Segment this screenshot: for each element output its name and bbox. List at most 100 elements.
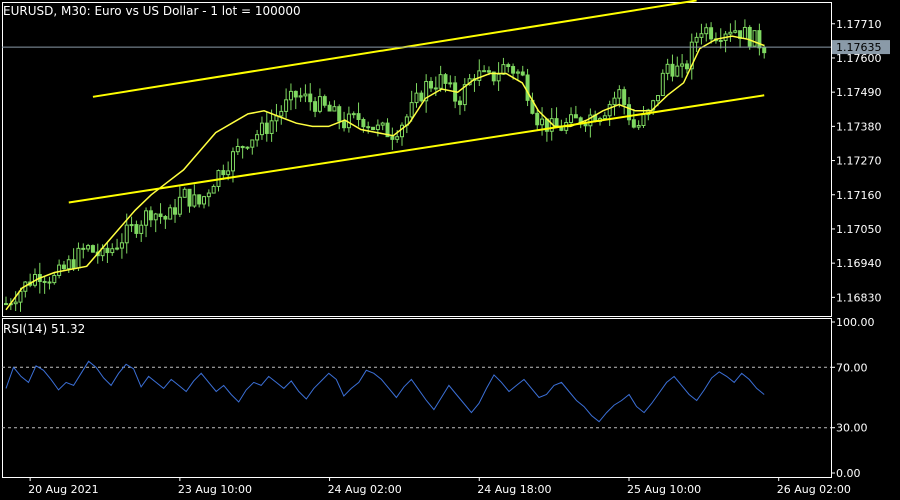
price-panel-border [2,2,832,317]
candle-body [144,210,149,226]
candle-body [139,224,144,234]
candle-body [255,134,260,141]
candle-body [206,192,211,198]
candle-body [400,124,405,138]
candle-body [90,245,95,253]
candle-body [168,207,173,220]
candle-body [86,245,91,250]
candle-body [346,113,351,129]
candle-body [66,259,71,270]
x-tick-label: 26 Aug 02:00 [777,483,851,496]
candle-body [438,74,443,89]
price-y-tick-label: 1.16940 [836,257,882,270]
candle-body [221,170,226,176]
candle-body [428,80,433,89]
candle-body [148,210,153,221]
candle-body [115,247,120,250]
candle-body [124,224,129,244]
candle-body [250,139,255,148]
candle-body [342,120,347,129]
candle-body [670,63,675,77]
x-tick-label: 20 Aug 2021 [28,483,98,496]
candle-body [13,301,18,305]
candle-body [192,194,197,207]
candle-body [81,247,86,250]
candle-body [520,71,525,76]
candle-body [433,87,438,90]
candle-body [71,259,76,269]
candle-body [313,101,318,112]
candle-body [569,114,574,124]
candle-body [675,65,680,77]
candle-body [177,196,182,215]
candle-body [535,112,540,126]
candle-body [626,104,631,121]
candle-body [525,74,530,101]
candle-body [303,93,308,97]
candle-body [76,247,81,269]
candle-body [298,95,303,98]
candle-body [395,136,400,140]
candle-body [18,290,23,303]
candle-body [631,119,636,128]
rsi-line [5,360,765,423]
candle-body [477,70,482,81]
axis-labels: 1.177101.176001.174901.173801.172701.171… [28,18,890,496]
candle-body [665,63,670,74]
candle-body [680,63,685,67]
candle-body [583,123,588,127]
candle-body [322,96,327,106]
candle-body [284,99,289,112]
price-y-tick-label: 1.17270 [836,155,882,168]
candle-body [226,170,231,176]
price-y-tick-label: 1.17490 [836,86,882,99]
candle-body [622,89,627,106]
candle-body [317,96,322,112]
candle-body [52,274,57,284]
candle-body [293,90,298,98]
candle-body [308,93,313,103]
candle-body [332,106,337,112]
candle-body [757,30,762,49]
candle-body [245,146,250,149]
candle-body [699,33,704,38]
candle-body [733,30,738,33]
candle-body [119,242,124,249]
candle-body [709,27,714,40]
candle-body [240,146,245,149]
candle-body [264,122,269,134]
candle-body [380,122,385,126]
candle-body [288,90,293,101]
candle-body [602,115,607,120]
price-y-tick-label: 1.16830 [836,291,882,304]
candle-body [361,118,366,128]
candle-body [448,82,453,85]
candle-body [187,188,192,207]
candle-body [4,303,8,306]
chart-canvas: 1.177101.176001.174901.173801.172701.171… [2,0,890,496]
candle-body [718,39,723,42]
candle-body [202,196,207,205]
candle-body [47,281,52,284]
rsi-y-tick-label: 30.00 [836,422,868,435]
rsi-panel[interactable] [2,360,831,429]
rsi-y-tick-label: 100.00 [836,316,875,329]
candle-body [327,104,332,112]
candle-body [742,26,747,39]
candle-body [375,124,380,131]
candle-body [129,224,134,227]
price-y-tick-label: 1.17380 [836,120,882,133]
candle-body [540,118,545,126]
chart-symbol-title: EURUSD, M30: Euro vs US Dollar - 1 lot =… [3,4,301,18]
candle-body [57,264,62,276]
price-panel[interactable] [2,0,831,312]
candle-body [371,126,376,131]
candle-body [279,110,284,117]
x-tick-label: 24 Aug 18:00 [477,483,551,496]
candle-body [506,64,511,68]
x-tick-label: 24 Aug 02:00 [328,483,402,496]
candle-body [197,194,202,205]
candle-body [641,114,646,126]
candle-body [482,70,487,73]
candle-body [704,27,709,35]
